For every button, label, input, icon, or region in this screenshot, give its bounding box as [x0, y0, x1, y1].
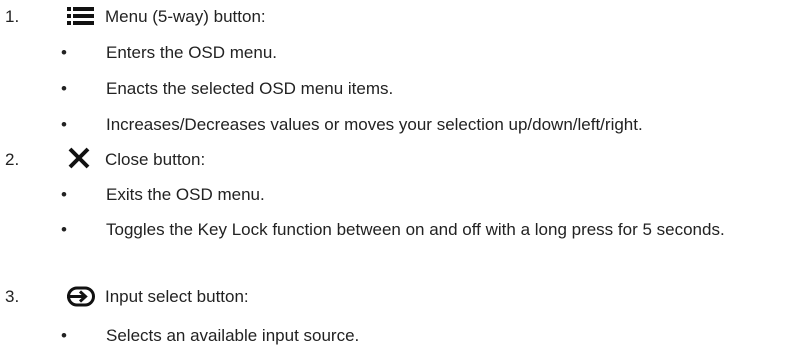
- bullet-dot: •: [61, 115, 67, 134]
- bullet-text: Enters the OSD menu.: [106, 43, 278, 62]
- item-label: Input select button:: [105, 287, 249, 306]
- bullet-text: Exits the OSD menu.: [106, 185, 265, 204]
- bullet-item: • Exits the OSD menu.: [0, 180, 805, 210]
- bullet-dot: •: [61, 185, 67, 204]
- bullet-text: Enacts the selected OSD menu items.: [106, 79, 394, 98]
- menu-icon: [66, 2, 96, 32]
- bullet-item: • Enters the OSD menu.: [0, 38, 805, 68]
- bullet-text: Toggles the Key Lock function between on…: [106, 220, 725, 239]
- item-number: 1.: [5, 7, 20, 26]
- bullet-item: • Selects an available input source.: [0, 321, 805, 351]
- bullet-text: Selects an available input source.: [106, 326, 360, 345]
- close-icon: [66, 145, 96, 175]
- list-item-menu-button: 1. Menu (5-way) button:: [0, 2, 805, 32]
- bullet-dot: •: [61, 79, 67, 98]
- list-item-close-button: 2. Close button:: [0, 145, 805, 175]
- bullet-dot: •: [61, 43, 67, 62]
- bullet-item: • Enacts the selected OSD menu items.: [0, 74, 805, 104]
- item-label: Close button:: [105, 150, 206, 169]
- item-number: 2.: [5, 150, 20, 169]
- bullet-item: • Toggles the Key Lock function between …: [0, 215, 805, 267]
- list-item-input-select-button: 3. Input select button:: [0, 282, 805, 312]
- input-select-icon: [66, 282, 96, 312]
- item-number: 3.: [5, 287, 20, 306]
- bullet-dot: •: [61, 220, 67, 239]
- bullet-dot: •: [61, 326, 67, 345]
- item-label: Menu (5-way) button:: [105, 7, 266, 26]
- bullet-text: Increases/Decreases values or moves your…: [106, 115, 643, 134]
- bullet-item: • Increases/Decreases values or moves yo…: [0, 110, 805, 140]
